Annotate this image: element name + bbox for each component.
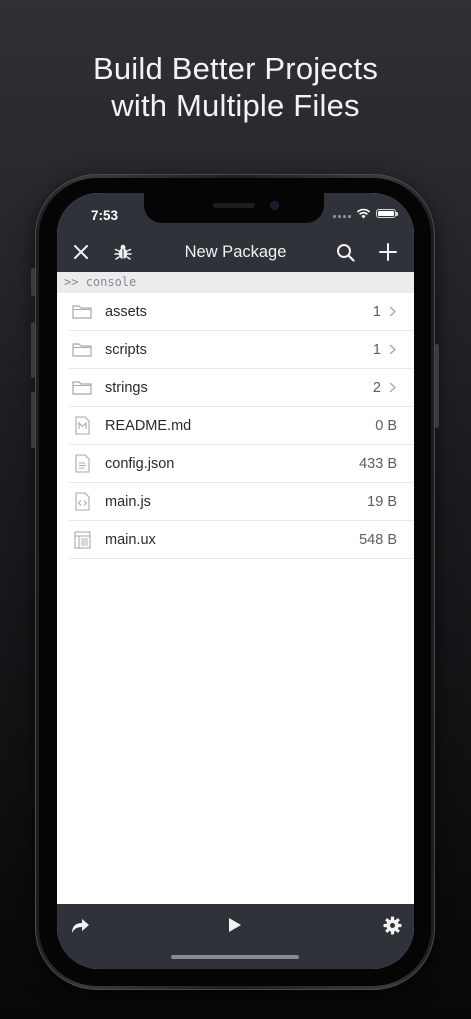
headline-line-1: Build Better Projects xyxy=(92,51,379,86)
folder-icon xyxy=(72,340,92,360)
bottom-toolbar xyxy=(57,904,414,969)
folder-icon xyxy=(72,302,92,322)
plus-icon[interactable] xyxy=(375,239,401,265)
search-icon[interactable] xyxy=(332,239,358,265)
app-screen: 7:53 New Package >> console assets 1 scr… xyxy=(57,193,414,969)
file-name: main.js xyxy=(105,493,151,510)
status-time: 7:53 xyxy=(91,208,119,223)
headline-line-2: with Multiple Files xyxy=(111,88,360,123)
top-bar: 7:53 New Package xyxy=(57,193,414,272)
console-label: console xyxy=(85,275,137,289)
file-row-scripts[interactable]: scripts 1 xyxy=(69,331,414,369)
file-row-config[interactable]: config.json 433 B xyxy=(69,445,414,483)
chevron-right-icon xyxy=(387,306,397,317)
phone-volume-up xyxy=(31,322,35,378)
file-count: 2 xyxy=(372,379,381,396)
file-row-readme[interactable]: README.md 0 B xyxy=(69,407,414,445)
file-name: assets xyxy=(105,303,147,320)
file-name: config.json xyxy=(105,455,175,472)
file-size: 0 B xyxy=(375,417,397,434)
markdown-file-icon xyxy=(72,416,92,436)
file-count: 1 xyxy=(372,341,381,358)
console-prompt: >> xyxy=(64,275,79,289)
speaker-grille xyxy=(213,203,255,208)
marketing-headline: Build Better Projects with Multiple File… xyxy=(0,50,471,124)
folder-icon xyxy=(72,378,92,398)
signal-icon xyxy=(333,209,351,218)
phone-volume-down xyxy=(31,392,35,448)
phone-power-button xyxy=(435,344,439,428)
file-count: 1 xyxy=(372,303,381,320)
share-icon[interactable] xyxy=(67,912,93,938)
file-row-main-js[interactable]: main.js 19 B xyxy=(69,483,414,521)
file-name: scripts xyxy=(105,341,147,358)
file-row-strings[interactable]: strings 2 xyxy=(69,369,414,407)
notch xyxy=(144,193,324,223)
chevron-right-icon xyxy=(387,344,397,355)
text-file-icon xyxy=(72,454,92,474)
file-row-main-ux[interactable]: main.ux 548 B xyxy=(69,521,414,559)
file-name: README.md xyxy=(105,417,192,434)
home-indicator[interactable] xyxy=(171,955,299,959)
console-bar[interactable]: >> console xyxy=(57,272,414,293)
phone-mute-switch xyxy=(31,268,35,296)
file-size: 548 B xyxy=(359,531,397,548)
file-name: main.ux xyxy=(105,531,156,548)
code-file-icon xyxy=(72,492,92,512)
file-name: strings xyxy=(105,379,148,396)
chevron-right-icon xyxy=(387,382,397,393)
nav-title: New Package xyxy=(184,243,287,261)
wifi-icon xyxy=(356,208,371,219)
file-size: 433 B xyxy=(359,455,397,472)
front-camera xyxy=(270,201,279,210)
gear-icon[interactable] xyxy=(379,912,405,938)
play-icon[interactable] xyxy=(222,912,248,938)
layout-file-icon xyxy=(72,530,92,550)
status-icons xyxy=(333,208,398,219)
file-size: 19 B xyxy=(367,493,397,510)
file-row-assets[interactable]: assets 1 xyxy=(69,293,414,331)
file-list: assets 1 scripts 1 strings 2 README.md 0… xyxy=(57,293,414,559)
battery-icon xyxy=(376,209,398,218)
